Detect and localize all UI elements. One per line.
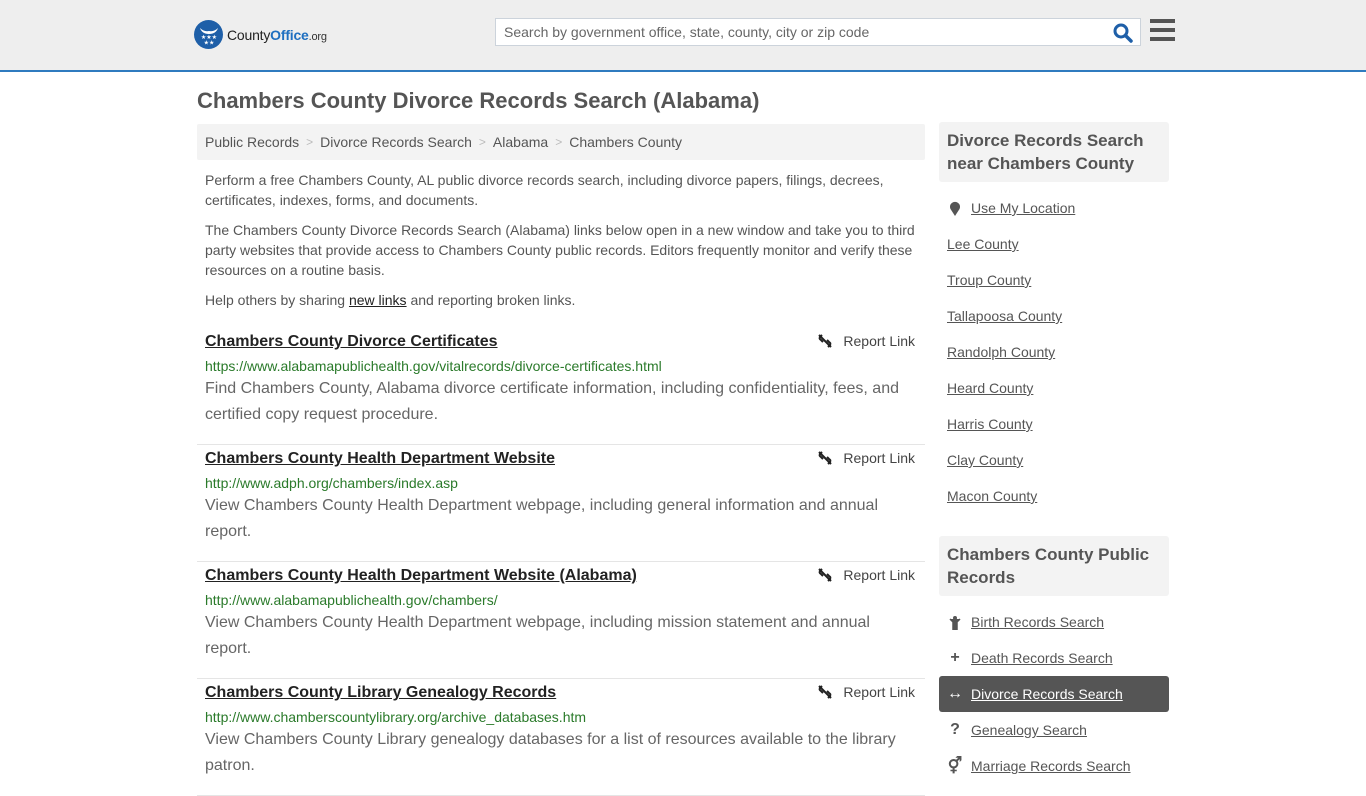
page-title: Chambers County Divorce Records Search (… xyxy=(197,88,760,113)
breadcrumb-divorce-records-search[interactable]: Divorce Records Search xyxy=(320,134,472,150)
result-item: Chambers County Health Department Websit… xyxy=(197,445,925,562)
report-link-button[interactable]: Report Link xyxy=(817,450,915,466)
child-icon xyxy=(947,615,963,630)
breadcrumb: Public Records > Divorce Records Search … xyxy=(197,124,925,160)
broken-link-icon xyxy=(818,451,833,465)
result-description: View Chambers County Health Department w… xyxy=(205,614,870,657)
nearby-county-item: Clay County xyxy=(947,442,1161,478)
county-link-troup[interactable]: Troup County xyxy=(947,272,1031,288)
broken-link-icon xyxy=(818,685,833,699)
use-my-location-link[interactable]: Use My Location xyxy=(971,200,1075,216)
report-link-button[interactable]: Report Link xyxy=(817,684,915,700)
result-description: View Chambers County Health Department w… xyxy=(205,497,878,540)
public-records-list: Birth Records Search + Death Records Sea… xyxy=(939,604,1169,784)
county-link-heard[interactable]: Heard County xyxy=(947,380,1033,396)
sidebar-item-death-records[interactable]: + Death Records Search xyxy=(947,640,1161,676)
sidebar-item-genealogy[interactable]: ? Genealogy Search xyxy=(947,712,1161,748)
venus-mars-icon: ⚥ xyxy=(947,758,963,775)
sidebar-item-divorce-records[interactable]: ↔ Divorce Records Search xyxy=(939,676,1169,712)
result-description: Find Chambers County, Alabama divorce ce… xyxy=(205,380,899,423)
county-link-randolph[interactable]: Randolph County xyxy=(947,344,1055,360)
nearby-county-item: Lee County xyxy=(947,226,1161,262)
hamburger-menu-icon[interactable] xyxy=(1150,19,1175,41)
result-description: View Chambers County Library genealogy d… xyxy=(205,731,896,774)
result-title-link[interactable]: Chambers County Library Genealogy Record… xyxy=(205,683,556,703)
nearby-county-item: Tallapoosa County xyxy=(947,298,1161,334)
arrows-horizontal-icon: ↔ xyxy=(947,685,963,702)
nearby-heading: Divorce Records Search near Chambers Cou… xyxy=(939,122,1169,182)
map-marker-icon xyxy=(947,201,963,216)
breadcrumb-chambers-county[interactable]: Chambers County xyxy=(569,134,682,150)
county-link-harris[interactable]: Harris County xyxy=(947,416,1033,432)
public-records-heading: Chambers County Public Records xyxy=(939,536,1169,596)
plus-icon: + xyxy=(950,649,960,666)
nearby-county-item: Heard County xyxy=(947,370,1161,406)
public-records-sidebar: Chambers County Public Records Birth Rec… xyxy=(939,536,1169,784)
report-link-button[interactable]: Report Link xyxy=(817,567,915,583)
nearby-sidebar: Divorce Records Search near Chambers Cou… xyxy=(939,122,1169,514)
result-item: Chambers County Divorce Certificates Rep… xyxy=(197,328,925,445)
share-paragraph: Help others by sharing new links and rep… xyxy=(205,292,576,308)
breadcrumb-separator-icon: > xyxy=(555,135,563,149)
search-icon[interactable] xyxy=(1112,22,1134,44)
intro-text: Perform a free Chambers County, AL publi… xyxy=(205,170,921,320)
logo-text: CountyOffice.org xyxy=(227,26,327,43)
site-header: ★★★ ★★ CountyOffice.org xyxy=(0,0,1366,72)
sidebar-item-birth-records[interactable]: Birth Records Search xyxy=(947,604,1161,640)
question-icon: ? xyxy=(950,721,960,738)
nearby-county-item: Harris County xyxy=(947,406,1161,442)
nearby-list: Use My Location Lee County Troup County … xyxy=(939,190,1169,514)
new-links-link[interactable]: new links xyxy=(349,292,407,308)
county-link-macon[interactable]: Macon County xyxy=(947,488,1037,504)
breadcrumb-public-records[interactable]: Public Records xyxy=(205,134,299,150)
county-link-tallapoosa[interactable]: Tallapoosa County xyxy=(947,308,1062,324)
breadcrumb-separator-icon: > xyxy=(306,135,314,149)
county-link-clay[interactable]: Clay County xyxy=(947,452,1023,468)
nearby-county-item: Macon County xyxy=(947,478,1161,514)
sidebar-item-marriage-records[interactable]: ⚥ Marriage Records Search xyxy=(947,748,1161,784)
nearby-county-item: Troup County xyxy=(947,262,1161,298)
intro-paragraph: Perform a free Chambers County, AL publi… xyxy=(205,172,884,208)
intro-paragraph: The Chambers County Divorce Records Sear… xyxy=(205,222,915,278)
result-title-link[interactable]: Chambers County Health Department Websit… xyxy=(205,566,637,586)
site-logo[interactable]: ★★★ ★★ CountyOffice.org xyxy=(194,20,327,49)
breadcrumb-alabama[interactable]: Alabama xyxy=(493,134,548,150)
search-input[interactable] xyxy=(496,19,1106,45)
broken-link-icon xyxy=(818,334,833,348)
result-url: http://www.alabamapublichealth.gov/chamb… xyxy=(205,592,498,608)
broken-link-icon xyxy=(818,568,833,582)
result-url: http://www.adph.org/chambers/index.asp xyxy=(205,475,458,491)
result-title-link[interactable]: Chambers County Health Department Websit… xyxy=(205,449,555,469)
search-bar xyxy=(495,18,1141,46)
use-my-location-item: Use My Location xyxy=(947,190,1161,226)
county-link-lee[interactable]: Lee County xyxy=(947,236,1019,252)
eagle-logo-icon: ★★★ ★★ xyxy=(194,20,223,49)
result-url: http://www.chamberscountylibrary.org/arc… xyxy=(205,709,587,725)
result-item: Chambers County Health Department Websit… xyxy=(197,562,925,679)
report-link-button[interactable]: Report Link xyxy=(817,333,915,349)
result-item: Chambers County Library Genealogy Record… xyxy=(197,679,925,796)
breadcrumb-separator-icon: > xyxy=(478,135,486,149)
result-title-link[interactable]: Chambers County Divorce Certificates xyxy=(205,332,498,352)
nearby-county-item: Randolph County xyxy=(947,334,1161,370)
result-url: https://www.alabamapublichealth.gov/vita… xyxy=(205,358,662,374)
results-list: Chambers County Divorce Certificates Rep… xyxy=(197,328,925,796)
svg-text:★★: ★★ xyxy=(203,39,214,45)
